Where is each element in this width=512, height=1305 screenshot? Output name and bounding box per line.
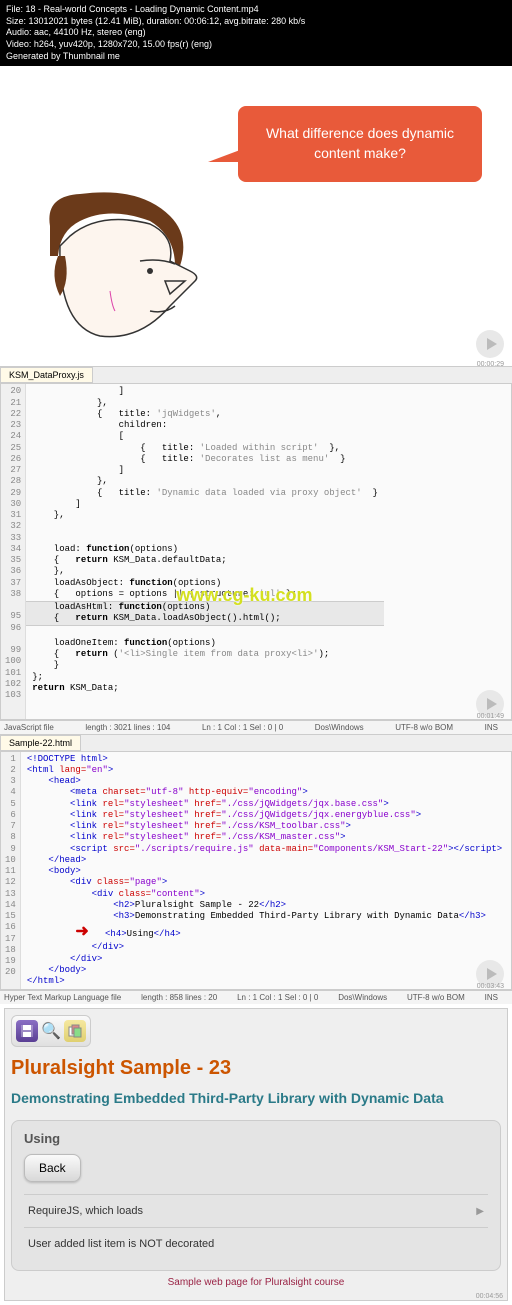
timecode-4: 00:04:56 [476, 1293, 503, 1300]
status-length-2: length : 858 lines : 20 [141, 993, 217, 1002]
timecode-3: 00:03:43 [477, 983, 504, 990]
code-area-2[interactable]: 1 2 3 4 5 6 7 8 9 10 11 12 13 14 15 16 1… [0, 751, 512, 991]
list-row-label: RequireJS, which loads [28, 1205, 143, 1217]
status-type-2: Hyper Text Markup Language file [4, 993, 121, 1002]
meta-video: Video: h264, yuv420p, 1280x720, 15.00 fp… [6, 39, 506, 51]
status-enc-2: UTF-8 w/o BOM [407, 993, 465, 1002]
code-area-1[interactable]: 20 21 22 23 24 25 26 27 28 29 30 31 32 3… [0, 383, 512, 719]
cartoon-face [40, 186, 220, 349]
meta-size: Size: 13012021 bytes (12.41 MiB), durati… [6, 16, 506, 28]
status-pos-2: Ln : 1 Col : 1 Sel : 0 | 0 [237, 993, 318, 1002]
list-row-useritem[interactable]: User added list item is NOT decorated [24, 1227, 488, 1260]
meta-file: File: 18 - Real-world Concepts - Loading… [6, 4, 506, 16]
using-heading: Using [24, 1131, 488, 1146]
status-ins-2: INS [485, 993, 498, 1002]
timecode-2: 00:01:49 [477, 713, 504, 720]
status-ins-1: INS [485, 723, 498, 732]
pointer-arrow-icon: ➜ [75, 923, 88, 941]
line-numbers-1: 20 21 22 23 24 25 26 27 28 29 30 31 32 3… [1, 384, 26, 718]
code-editor-panel-1: KSM_DataProxy.js 20 21 22 23 24 25 26 27… [0, 366, 512, 733]
video-frame-1: What difference does dynamic content mak… [0, 66, 512, 366]
editor-tabs-2: Sample-22.html [0, 734, 512, 751]
list-row-label-2: User added list item is NOT decorated [28, 1238, 214, 1250]
status-enc-1: UTF-8 w/o BOM [395, 723, 453, 732]
back-button[interactable]: Back [24, 1154, 81, 1182]
save-icon[interactable] [16, 1020, 38, 1042]
tab-dataproxy[interactable]: KSM_DataProxy.js [0, 367, 93, 383]
sample-toolbar: 🔍 [11, 1015, 91, 1047]
chevron-right-icon: ▶ [476, 1206, 484, 1217]
status-type-1: JavaScript file [4, 723, 54, 732]
status-bar-2: Hyper Text Markup Language file length :… [0, 990, 512, 1004]
speech-bubble: What difference does dynamic content mak… [238, 106, 482, 181]
status-bar-1: JavaScript file length : 3021 lines : 10… [0, 720, 512, 734]
editor-tabs-1: KSM_DataProxy.js [0, 366, 512, 383]
video-metadata: File: 18 - Real-world Concepts - Loading… [0, 0, 512, 66]
sample-footer: Sample web page for Pluralsight course [11, 1271, 501, 1294]
code-editor-panel-2: Sample-22.html 1 2 3 4 5 6 7 8 9 10 11 1… [0, 734, 512, 1005]
meta-gen: Generated by Thumbnail me [6, 51, 506, 63]
line-numbers-2: 1 2 3 4 5 6 7 8 9 10 11 12 13 14 15 16 1… [1, 752, 21, 990]
code-body-2[interactable]: <!DOCTYPE html> <html lang="en"> <head> … [21, 752, 508, 990]
tab-sample22[interactable]: Sample-22.html [0, 735, 81, 751]
search-icon[interactable]: 🔍 [40, 1020, 62, 1042]
list-row-requirejs[interactable]: RequireJS, which loads ▶ [24, 1194, 488, 1227]
browser-sample-panel: 🔍 Pluralsight Sample - 23 Demonstrating … [4, 1008, 508, 1301]
documents-icon[interactable] [64, 1020, 86, 1042]
meta-audio: Audio: aac, 44100 Hz, stereo (eng) [6, 27, 506, 39]
sample-title: Pluralsight Sample - 23 [11, 1057, 501, 1080]
status-pos-1: Ln : 1 Col : 1 Sel : 0 | 0 [202, 723, 283, 732]
code-fold-region[interactable]: loadAsHtml: function(options) { return K… [26, 601, 384, 626]
sample-content-box: Using Back RequireJS, which loads ▶ User… [11, 1120, 501, 1271]
status-os-2: Dos\Windows [338, 993, 387, 1002]
status-os-1: Dos\Windows [315, 723, 364, 732]
sample-subtitle: Demonstrating Embedded Third-Party Libra… [11, 1090, 501, 1106]
play-icon[interactable] [476, 330, 504, 358]
status-length-1: length : 3021 lines : 104 [85, 723, 170, 732]
code-body-1[interactable]: ] }, { title: 'jqWidgets', children: [ {… [26, 384, 384, 718]
